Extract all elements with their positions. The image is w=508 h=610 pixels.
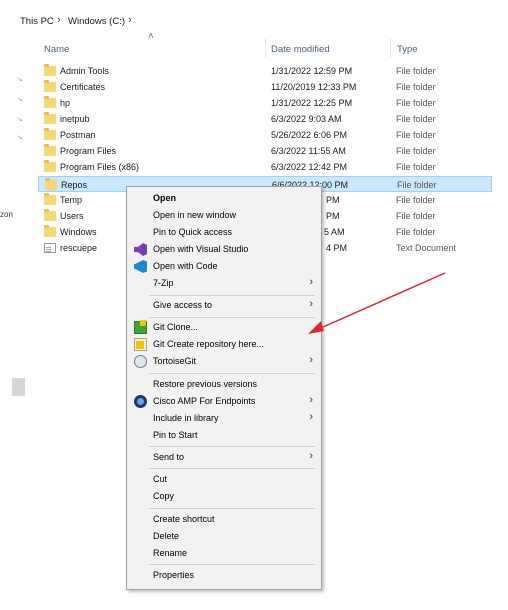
annotation-arrow xyxy=(308,272,446,334)
arrow-shaft xyxy=(313,272,446,332)
arrow-head xyxy=(308,321,324,334)
